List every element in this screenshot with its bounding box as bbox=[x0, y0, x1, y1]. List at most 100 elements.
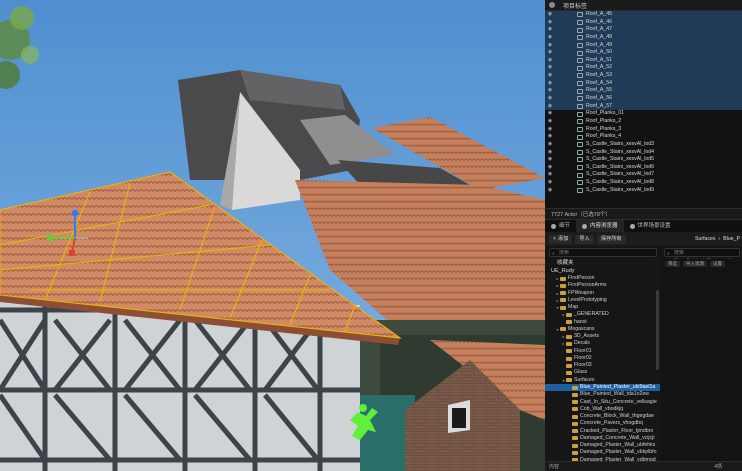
outliner-list: ◉ Roof_A_45 ◉ Roof_A_46 ◉ Roof_A_47 ◉ Roof_A_48… bbox=[545, 11, 742, 194]
eye-icon[interactable]: ◉ bbox=[545, 64, 555, 72]
outliner-row[interactable]: ◉ S_Castle_Stairs_xesvAl_lod8 bbox=[545, 179, 742, 187]
outliner-row[interactable]: ◉ Roof_A_45 bbox=[545, 11, 742, 19]
outliner-row-label: Roof_A_50 bbox=[586, 49, 612, 56]
folder-item[interactable]: Damaged_Plaster_Wall_ubfehks bbox=[545, 442, 660, 449]
tab-world-settings[interactable]: 世界场景设置 bbox=[624, 220, 677, 232]
outliner-row[interactable]: ◉ Roof_A_57 bbox=[545, 102, 742, 111]
project-root[interactable]: UE_Rudy bbox=[545, 267, 660, 275]
folder-icon bbox=[560, 276, 566, 281]
folder-item[interactable]: Floor03 bbox=[545, 362, 660, 369]
settings-button[interactable]: 设置 bbox=[710, 261, 725, 267]
folder-search-input[interactable]: ⌕ 搜索 bbox=[549, 248, 657, 257]
content-drawer-label[interactable]: 内容 bbox=[549, 463, 559, 470]
folder-item[interactable]: Blue_Painted_Wall_tda1o2ew bbox=[545, 391, 660, 398]
eye-icon[interactable]: ◉ bbox=[545, 164, 555, 172]
eye-icon[interactable]: ◉ bbox=[545, 87, 555, 95]
folder-item[interactable]: ▸ _GENERATED bbox=[545, 311, 660, 318]
outliner-row[interactable]: ◉ Roof_A_47 bbox=[545, 26, 742, 34]
eye-icon[interactable]: ◉ bbox=[545, 156, 555, 164]
outliner-row[interactable]: ◉ Roof_A_48 bbox=[545, 33, 742, 42]
folder-item[interactable]: Damaged_Plaster_Wall_vbkplbfo bbox=[545, 449, 660, 456]
folder-item[interactable]: ▾ Megascans bbox=[545, 326, 660, 333]
outliner-row[interactable]: ◉ Roof_A_52 bbox=[545, 64, 742, 73]
eye-icon[interactable]: ◉ bbox=[545, 126, 555, 134]
eye-icon[interactable]: ◉ bbox=[545, 57, 555, 65]
outliner-row[interactable]: ◉ Roof_Planks_3 bbox=[545, 126, 742, 134]
plus-icon: + bbox=[553, 235, 557, 242]
eye-icon[interactable]: ◉ bbox=[545, 187, 555, 195]
tab-content-browser[interactable]: 内容浏览器 bbox=[576, 220, 624, 232]
folder-item[interactable]: ▸ FirstPerson bbox=[545, 275, 660, 282]
eye-icon[interactable]: ◉ bbox=[545, 26, 555, 34]
import-assets-button[interactable]: 导入资源 bbox=[683, 261, 707, 267]
outliner-row[interactable]: ◉ Roof_A_50 bbox=[545, 49, 742, 57]
eye-icon[interactable]: ◉ bbox=[545, 179, 555, 187]
folder-item[interactable]: Concrete_Block_Wall_thgegdae bbox=[545, 413, 660, 420]
folder-item[interactable]: Floor02 bbox=[545, 355, 660, 362]
outliner-row[interactable]: ◉ S_Castle_Stairs_xesvAl_lod4 bbox=[545, 149, 742, 157]
folder-item[interactable]: Cob_Wall_vbodkjq bbox=[545, 406, 660, 413]
outliner-row[interactable]: ◉ Roof_A_56 bbox=[545, 95, 742, 103]
eye-icon[interactable]: ◉ bbox=[545, 49, 555, 57]
outliner-row[interactable]: ◉ Roof_A_55 bbox=[545, 87, 742, 96]
level-viewport[interactable]: MI_Blue_Painted...T_Blue_Painted...T_Blu… bbox=[0, 0, 545, 471]
outliner-row[interactable]: ◉ Roof_A_53 bbox=[545, 72, 742, 80]
outliner-row[interactable]: ◉ S_Castle_Stairs_xesvAl_lod5 bbox=[545, 156, 742, 164]
folder-item[interactable]: ▸ FPWeapon bbox=[545, 290, 660, 297]
outliner-row[interactable]: ◉ S_Castle_Stairs_xesvAl_lod6 bbox=[545, 164, 742, 172]
folder-item[interactable]: Cracked_Plaster_Floor_tjmdbro bbox=[545, 428, 660, 435]
eye-icon[interactable]: ◉ bbox=[545, 110, 555, 118]
favorites-header[interactable]: 收藏夹 bbox=[545, 259, 660, 267]
import-button[interactable]: 导入 bbox=[575, 234, 594, 244]
eye-icon[interactable]: ◉ bbox=[545, 141, 555, 149]
folder-item[interactable]: ▸ FirstPersonArms bbox=[545, 282, 660, 289]
outliner-row[interactable]: ◉ Roof_A_49 bbox=[545, 41, 742, 50]
tab-details[interactable]: 细节 bbox=[545, 220, 576, 232]
folder-item[interactable]: Blue_Painted_Plaster_ukt9ael1a bbox=[545, 383, 660, 392]
add-button[interactable]: + 添加 bbox=[549, 234, 573, 244]
outliner-row[interactable]: ◉ S_Castle_Stairs_xesvAl_lod7 bbox=[545, 171, 742, 179]
eye-icon[interactable]: ◉ bbox=[545, 103, 555, 111]
breadcrumb-surfaces[interactable]: Surfaces bbox=[695, 236, 715, 242]
folder-item[interactable]: ▸ 3D_Assets bbox=[545, 333, 660, 340]
asset-search-input[interactable]: ⌕ 搜索 Blue_Painted_Plaster_ukt... bbox=[664, 248, 740, 264]
eye-icon[interactable]: ◉ bbox=[545, 95, 555, 103]
eye-icon[interactable]: ◉ bbox=[545, 118, 555, 126]
outliner-row[interactable]: ◉ Roof_A_46 bbox=[545, 18, 742, 27]
eye-icon[interactable]: ◉ bbox=[545, 80, 555, 88]
eye-icon[interactable]: ◉ bbox=[545, 11, 555, 19]
eye-icon[interactable]: ◉ bbox=[545, 72, 555, 80]
folder-item[interactable]: Cast_In_Situ_Concrete_vellsagie bbox=[545, 399, 660, 406]
folder-item[interactable]: ▸ Decals bbox=[545, 340, 660, 347]
viewport-scene[interactable]: MI_Blue_Painted...T_Blue_Painted...T_Blu… bbox=[0, 0, 545, 471]
folder-item[interactable]: ▾ Surfaces bbox=[545, 377, 660, 384]
breadcrumb: Surfaces › Blue_P bbox=[695, 236, 742, 242]
folder-item[interactable]: ▾ Map bbox=[545, 304, 660, 311]
eye-icon[interactable]: ◉ bbox=[545, 171, 555, 179]
folder-item[interactable]: Glass bbox=[545, 369, 660, 376]
eye-icon[interactable]: ◉ bbox=[545, 149, 555, 157]
eye-icon[interactable]: ◉ bbox=[545, 42, 555, 50]
folder-label: Floor03 bbox=[574, 362, 592, 369]
folder-item[interactable]: Floor01 bbox=[545, 348, 660, 355]
outliner-row[interactable]: ◉ Roof_Planks_01 bbox=[545, 110, 742, 118]
outliner-row-label: Roof_Planks_01 bbox=[586, 110, 625, 117]
folder-scrollbar[interactable] bbox=[656, 290, 659, 370]
folder-item[interactable]: hanst bbox=[545, 319, 660, 326]
eye-icon[interactable]: ◉ bbox=[545, 133, 555, 141]
eye-icon[interactable]: ◉ bbox=[545, 19, 555, 27]
outliner-row[interactable]: ◉ Roof_A_51 bbox=[545, 56, 742, 65]
eye-icon[interactable] bbox=[549, 2, 555, 8]
folder-item[interactable]: ▸ LevelPrototyping bbox=[545, 297, 660, 304]
outliner-row[interactable]: ◉ Roof_A_54 bbox=[545, 79, 742, 88]
breadcrumb-current[interactable]: Blue_P bbox=[723, 236, 740, 242]
outliner-row[interactable]: ◉ Roof_Planks_4 bbox=[545, 133, 742, 141]
filter-button[interactable]: 筛选 bbox=[665, 261, 680, 267]
outliner-row[interactable]: ◉ S_Castle_Stairs_xesvAl_lod3 bbox=[545, 141, 742, 149]
outliner-row[interactable]: ◉ S_Castle_Stairs_xesvAl_lod9 bbox=[545, 187, 742, 195]
save-all-button[interactable]: 保存所有 bbox=[596, 234, 626, 244]
folder-item[interactable]: Concrete_Pavers_vhogdbq bbox=[545, 420, 660, 427]
outliner-row[interactable]: ◉ Roof_Planks_2 bbox=[545, 118, 742, 126]
eye-icon[interactable]: ◉ bbox=[545, 34, 555, 42]
folder-item[interactable]: Damaged_Concrete_Wall_vcijcji bbox=[545, 435, 660, 442]
